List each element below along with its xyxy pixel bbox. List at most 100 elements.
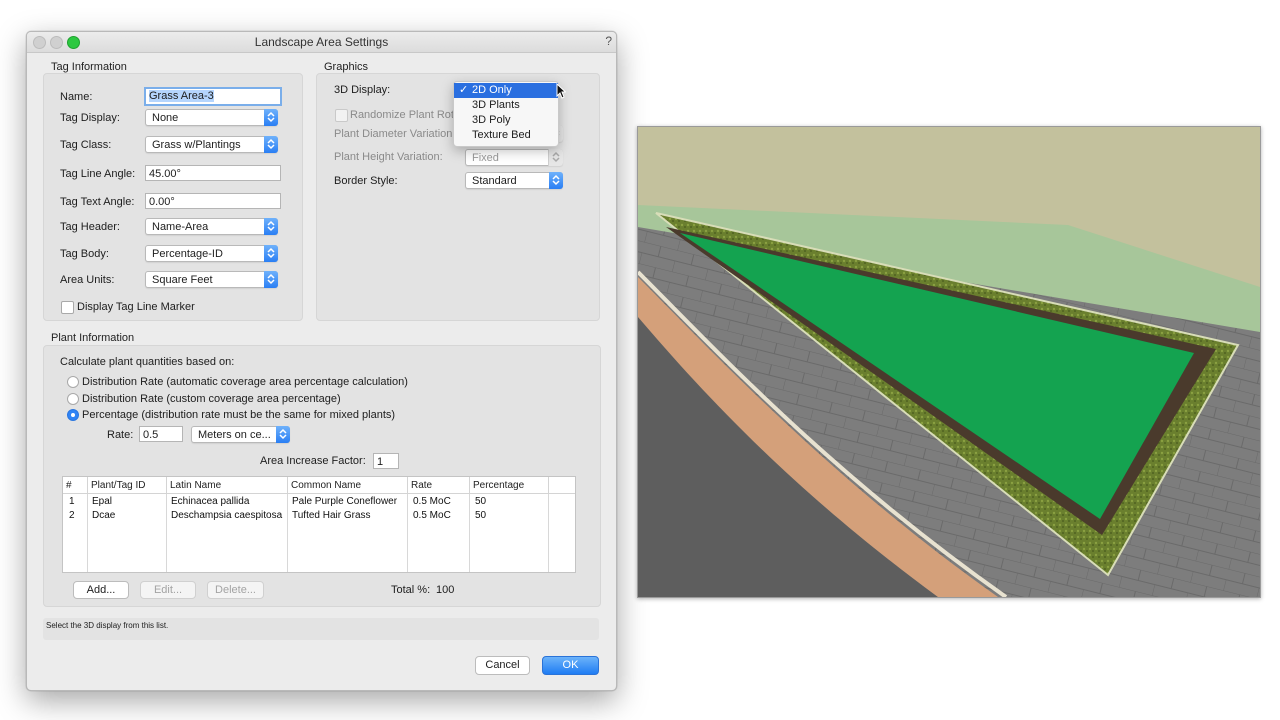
plant-height-variation-label: Plant Height Variation: (334, 151, 443, 163)
column-header-percentage[interactable]: Percentage (470, 477, 549, 494)
rate-unit-value: Meters on ce... (198, 429, 271, 441)
ok-button[interactable]: OK (542, 656, 599, 675)
mouse-pointer-icon (556, 83, 566, 99)
chevron-updown-icon (264, 271, 278, 288)
name-field[interactable]: Grass Area-3 (144, 87, 282, 106)
tag-body-popup[interactable]: Percentage-ID (145, 245, 278, 262)
area-units-popup[interactable]: Square Feet (145, 271, 278, 288)
row-1-rate: 0.5 MoC (413, 496, 451, 507)
tag-text-angle-label: Tag Text Angle: (60, 196, 135, 208)
total-percent-label: Total %: (391, 584, 431, 596)
menu-item-label: 2D Only (472, 84, 512, 96)
tag-header-value: Name-Area (152, 221, 209, 233)
row-2-percentage: 50 (475, 510, 487, 521)
title-bar[interactable]: Landscape Area Settings ? (27, 32, 616, 53)
add-button[interactable]: Add... (73, 581, 129, 599)
row-1-number: 1 (69, 496, 75, 507)
column-header-rate[interactable]: Rate (408, 477, 470, 494)
chevron-updown-icon (548, 149, 563, 166)
radio-distribution-custom-label: Distribution Rate (custom coverage area … (82, 393, 341, 405)
plant-information-label: Plant Information (51, 332, 135, 344)
tag-information-label: Tag Information (51, 61, 127, 73)
row-2-number: 2 (69, 510, 75, 521)
name-label: Name: (60, 91, 93, 103)
landscape-render (638, 127, 1260, 597)
name-field-value: Grass Area-3 (149, 90, 214, 102)
menu-item-texture-bed[interactable]: Texture Bed (454, 128, 558, 143)
tag-class-value: Grass w/Plantings (152, 139, 241, 151)
3d-display-menu[interactable]: ✓ 2D Only 3D Plants 3D Poly Texture Bed (453, 81, 559, 147)
area-increase-factor-field[interactable]: 1 (373, 453, 399, 469)
rate-label: Rate: (107, 429, 134, 441)
tag-class-label: Tag Class: (60, 139, 112, 151)
cancel-button[interactable]: Cancel (475, 656, 530, 675)
chevron-updown-icon (264, 218, 278, 235)
row-1-latin: Echinacea pallida (171, 496, 250, 507)
plant-height-variation-popup[interactable]: Fixed (465, 149, 563, 166)
area-units-label: Area Units: (60, 274, 115, 286)
tag-header-popup[interactable]: Name-Area (145, 218, 278, 235)
chevron-updown-icon (264, 245, 278, 262)
menu-item-label: 3D Plants (472, 99, 520, 111)
help-text-area: Select the 3D display from this list. (43, 618, 599, 640)
tag-text-angle-field[interactable]: 0.00° (145, 193, 281, 209)
edit-button[interactable]: Edit... (140, 581, 196, 599)
row-2-id: Dcae (92, 510, 116, 521)
column-divider (287, 494, 288, 572)
column-header-number[interactable]: # (63, 477, 88, 494)
menu-item-label: Texture Bed (472, 129, 531, 141)
calculate-quantities-label: Calculate plant quantities based on: (60, 356, 235, 368)
3d-viewport[interactable] (637, 126, 1261, 598)
column-header-extra (549, 477, 575, 494)
border-style-popup[interactable]: Standard (465, 172, 563, 189)
menu-item-3d-poly[interactable]: 3D Poly (454, 113, 558, 128)
column-divider (407, 494, 408, 572)
row-1-id: Epal (92, 496, 113, 507)
rate-field[interactable]: 0.5 (139, 426, 183, 442)
column-divider (87, 494, 88, 572)
row-1-percentage: 50 (475, 496, 487, 507)
chevron-updown-icon (276, 426, 290, 443)
randomize-plant-rotation-checkbox[interactable] (335, 109, 348, 122)
border-style-value: Standard (472, 175, 517, 187)
graphics-label: Graphics (324, 61, 369, 73)
rate-unit-popup[interactable]: Meters on ce... (191, 426, 290, 443)
radio-distribution-auto[interactable] (67, 376, 79, 388)
chevron-updown-icon (264, 136, 278, 153)
tag-display-value: None (152, 112, 179, 124)
tag-line-angle-field[interactable]: 45.00° (145, 165, 281, 181)
row-2-common: Tufted Hair Grass (292, 510, 371, 521)
radio-distribution-custom[interactable] (67, 393, 79, 405)
menu-item-3d-plants[interactable]: 3D Plants (454, 98, 558, 113)
column-divider (548, 494, 549, 572)
row-2-latin: Deschampsia caespitosa (171, 510, 283, 521)
total-percent-value: 100 (436, 584, 455, 596)
delete-button[interactable]: Delete... (207, 581, 264, 599)
help-text: Select the 3D display from this list. (46, 621, 169, 630)
chevron-updown-icon (549, 172, 563, 189)
checkmark-icon: ✓ (459, 84, 469, 96)
3d-display-label: 3D Display: (334, 84, 391, 96)
column-divider (166, 494, 167, 572)
plant-diameter-variation-label: Plant Diameter Variation (334, 128, 453, 140)
tag-display-popup[interactable]: None (145, 109, 278, 126)
radio-percentage[interactable] (67, 409, 79, 421)
column-header-plant-id[interactable]: Plant/Tag ID (88, 477, 167, 494)
tag-class-popup[interactable]: Grass w/Plantings (145, 136, 278, 153)
tag-header-label: Tag Header: (60, 221, 120, 233)
radio-percentage-label: Percentage (distribution rate must be th… (82, 409, 396, 421)
menu-item-label: 3D Poly (472, 114, 511, 126)
plant-table[interactable]: # Plant/Tag ID Latin Name Common Name Ra… (62, 476, 576, 573)
tag-body-label: Tag Body: (60, 248, 109, 260)
column-header-common-name[interactable]: Common Name (288, 477, 408, 494)
area-units-value: Square Feet (152, 274, 213, 286)
plant-height-variation-value: Fixed (472, 152, 499, 164)
menu-item-2d-only[interactable]: ✓ 2D Only (454, 83, 558, 98)
display-tag-line-marker-label: Display Tag Line Marker (77, 301, 195, 313)
border-style-label: Border Style: (334, 175, 398, 187)
help-button[interactable]: ? (605, 34, 612, 48)
radio-distribution-auto-label: Distribution Rate (automatic coverage ar… (82, 376, 408, 388)
column-header-latin-name[interactable]: Latin Name (167, 477, 288, 494)
display-tag-line-marker-checkbox[interactable] (61, 301, 74, 314)
row-2-rate: 0.5 MoC (413, 510, 451, 521)
